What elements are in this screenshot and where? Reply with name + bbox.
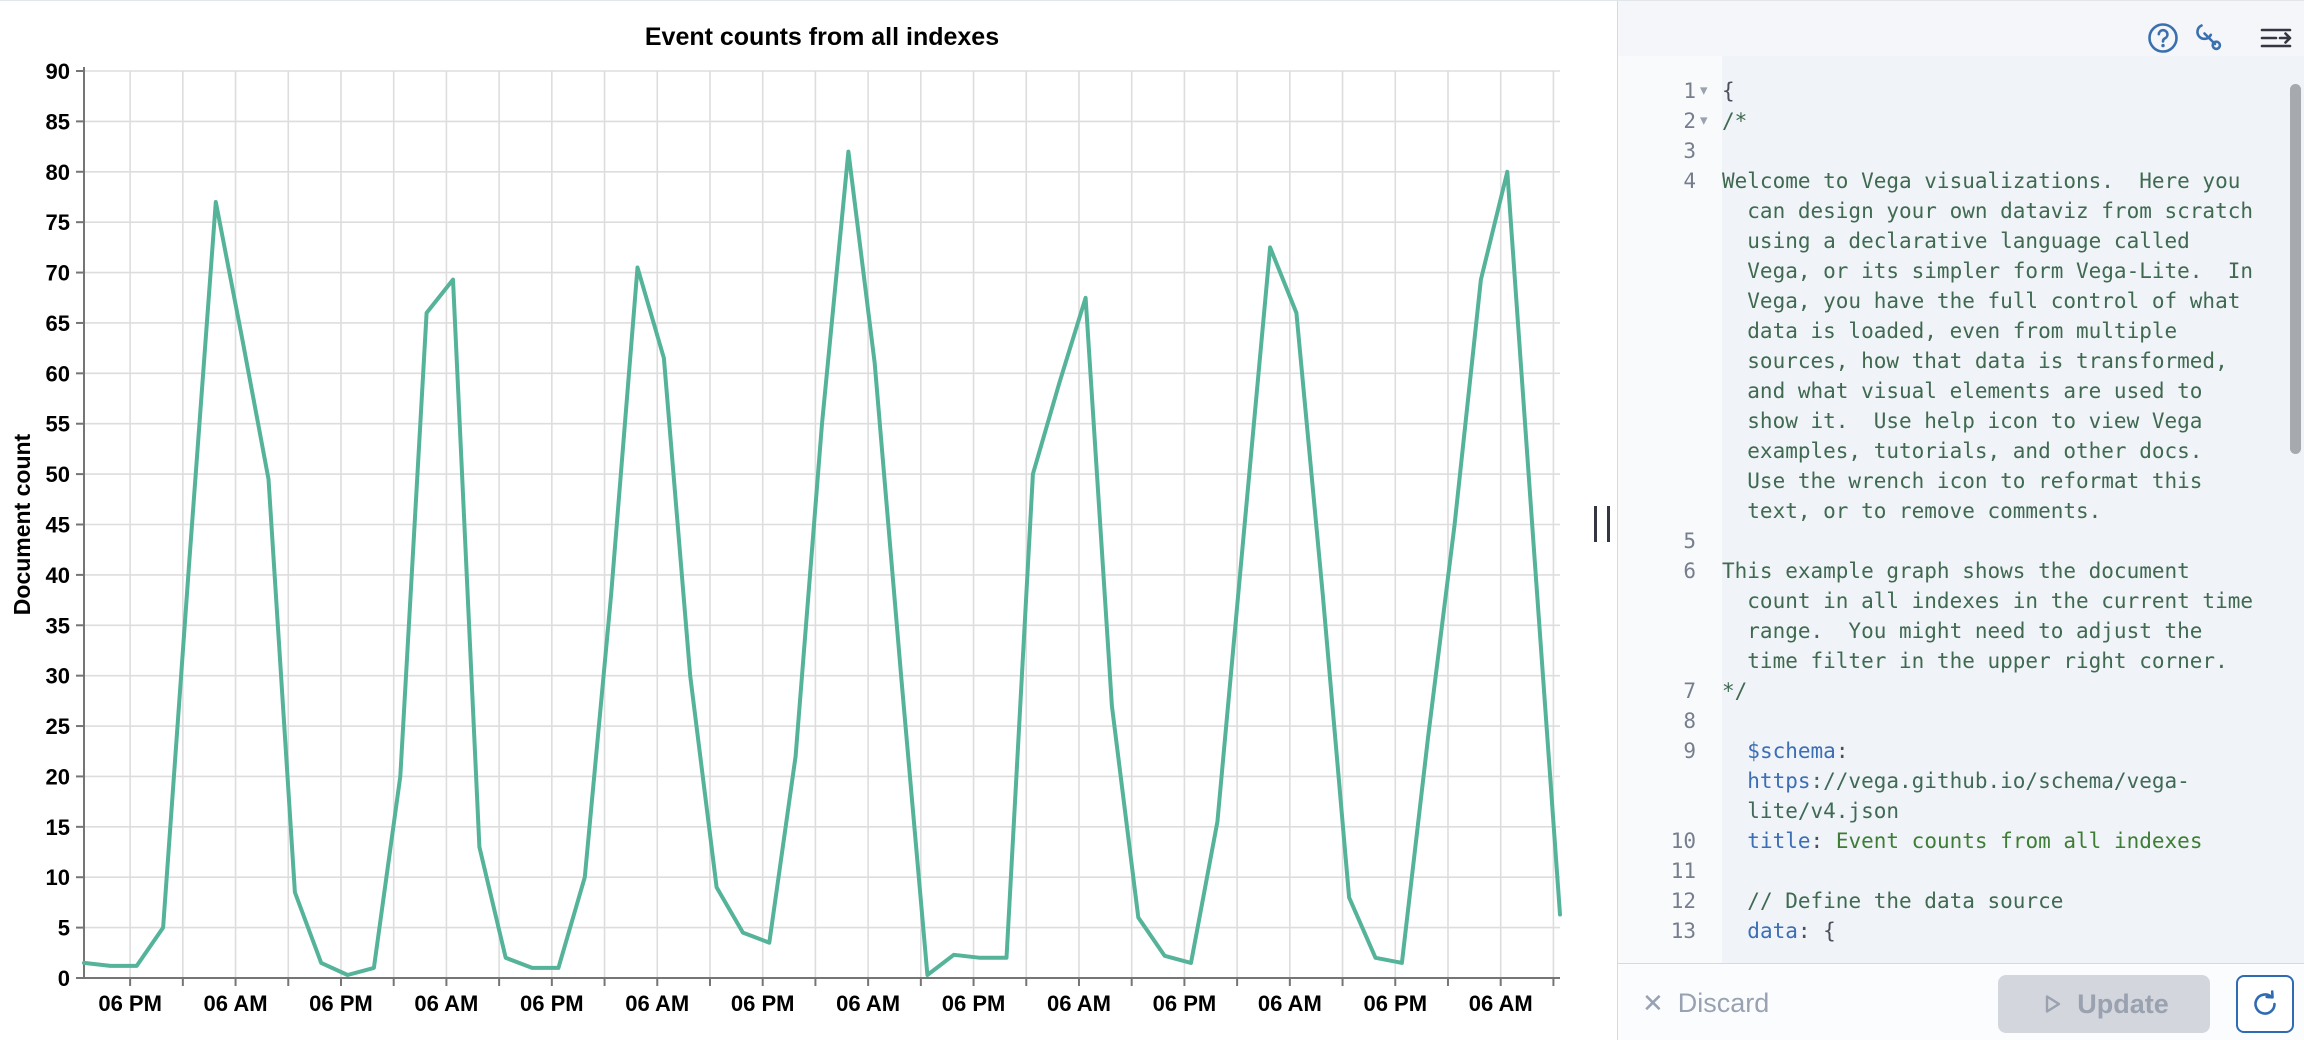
svg-text:35: 35 [46, 613, 70, 638]
play-icon [2039, 991, 2065, 1017]
svg-text:06 PM: 06 PM [98, 991, 162, 1016]
line-number: 13 [1618, 916, 1696, 946]
svg-text:30: 30 [46, 664, 70, 689]
svg-text:06 PM: 06 PM [309, 991, 373, 1016]
line-number: 12 [1618, 886, 1696, 916]
svg-text:15: 15 [46, 815, 70, 840]
line-number: 9 [1618, 736, 1696, 766]
svg-text:45: 45 [46, 513, 70, 538]
menu-right-icon[interactable] [2258, 20, 2294, 56]
line-number: 11 [1618, 856, 1696, 886]
svg-text:55: 55 [46, 412, 70, 437]
close-icon: ✕ [1642, 988, 1664, 1019]
code-text: data: { [1722, 916, 2253, 946]
code-line: 12 // Define the data source [1618, 886, 2304, 916]
svg-text:06 PM: 06 PM [731, 991, 795, 1016]
svg-text:40: 40 [46, 563, 70, 588]
svg-text:06 PM: 06 PM [520, 991, 584, 1016]
svg-text:90: 90 [46, 59, 70, 84]
event-counts-chart[interactable]: 0 5 10 15 20 25 30 35 40 45 50 55 60 65 70 75 80 85 90 06 P… [0, 1, 1617, 1040]
svg-text:06 AM: 06 AM [414, 991, 478, 1016]
code-line: 11 [1618, 856, 2304, 886]
fold-arrow-icon[interactable]: ▾ [1700, 106, 1708, 136]
auto-refresh-button[interactable] [2236, 975, 2294, 1033]
vega-spec-panel: 1▾ {2▾ /* 3 4 Welcome to Vega visualizations… [1618, 1, 2304, 1040]
code-line: 3 [1618, 136, 2304, 166]
svg-text:06 PM: 06 PM [1153, 991, 1217, 1016]
help-icon[interactable] [2145, 20, 2181, 56]
code-line: 13 data: { [1618, 916, 2304, 946]
svg-text:06 AM: 06 AM [1469, 991, 1533, 1016]
line-number: 5 [1618, 526, 1696, 556]
svg-text:06 PM: 06 PM [1363, 991, 1427, 1016]
fold-arrow-icon[interactable]: ▾ [1700, 76, 1708, 106]
editor-footer-bar: ✕ Discard Update [1618, 963, 2304, 1040]
code-lines: 1▾ {2▾ /* 3 4 Welcome to Vega visualizations… [1618, 76, 2304, 946]
svg-text:50: 50 [46, 462, 70, 487]
svg-text:65: 65 [46, 311, 70, 336]
discard-label: Discard [1678, 988, 1770, 1019]
code-line: 5 [1618, 526, 2304, 556]
line-number: 1 [1618, 76, 1696, 106]
svg-text:60: 60 [46, 361, 70, 386]
svg-text:0: 0 [58, 966, 70, 991]
svg-text:06 AM: 06 AM [204, 991, 268, 1016]
svg-text:06 PM: 06 PM [942, 991, 1006, 1016]
code-text: { [1722, 76, 2253, 106]
code-text [1722, 526, 2253, 556]
svg-text:85: 85 [46, 109, 70, 134]
svg-text:75: 75 [46, 210, 70, 235]
code-line: 4 Welcome to Vega visualizations. Here yo… [1618, 166, 2304, 526]
svg-text:10: 10 [46, 865, 70, 890]
editor-toolbar [1618, 1, 2304, 56]
wrench-icon[interactable] [2189, 20, 2225, 56]
line-number: 8 [1618, 706, 1696, 736]
update-button[interactable]: Update [1998, 975, 2210, 1033]
svg-text:5: 5 [58, 916, 70, 941]
svg-text:Event counts from all indexes: Event counts from all indexes [645, 23, 999, 51]
refresh-icon [2248, 987, 2282, 1021]
svg-text:06 AM: 06 AM [625, 991, 689, 1016]
code-text: Welcome to Vega visualizations. Here you… [1722, 166, 2253, 526]
svg-text:06 AM: 06 AM [1258, 991, 1322, 1016]
svg-text:25: 25 [46, 714, 70, 739]
svg-text:06 AM: 06 AM [1047, 991, 1111, 1016]
code-text [1722, 136, 2253, 166]
code-line: 8 [1618, 706, 2304, 736]
code-text: title: Event counts from all indexes [1722, 826, 2253, 856]
line-number: 6 [1618, 556, 1696, 586]
code-line: 9 $schema: https://vega.github.io/schema… [1618, 736, 2304, 826]
line-number: 3 [1618, 136, 1696, 166]
code-text: This example graph shows the document co… [1722, 556, 2253, 676]
update-label: Update [2077, 989, 2169, 1020]
svg-text:20: 20 [46, 764, 70, 789]
discard-button[interactable]: ✕ Discard [1642, 964, 1769, 1040]
code-text: */ [1722, 676, 2253, 706]
line-number: 10 [1618, 826, 1696, 856]
code-line: 10 title: Event counts from all indexes [1618, 826, 2304, 856]
line-number: 2 [1618, 106, 1696, 136]
svg-text:80: 80 [46, 160, 70, 185]
code-text: $schema: https://vega.github.io/schema/v… [1722, 736, 2253, 826]
code-text: /* [1722, 106, 2253, 136]
svg-text:70: 70 [46, 261, 70, 286]
code-line: 1▾ { [1618, 76, 2304, 106]
code-line: 6 This example graph shows the document c… [1618, 556, 2304, 676]
panel-resize-handle[interactable] [1594, 506, 1610, 542]
code-line: 2▾ /* [1618, 106, 2304, 136]
code-text [1722, 856, 2253, 886]
line-number: 4 [1618, 166, 1696, 196]
vega-spec-code-editor[interactable]: 1▾ {2▾ /* 3 4 Welcome to Vega visualizations… [1618, 56, 2304, 963]
vega-chart-panel[interactable]: 0 5 10 15 20 25 30 35 40 45 50 55 60 65 70 75 80 85 90 06 P… [0, 1, 1617, 1040]
svg-text:Document count: Document count [9, 433, 35, 615]
code-line: 7 */ [1618, 676, 2304, 706]
svg-text:06 AM: 06 AM [836, 991, 900, 1016]
editor-scrollbar-thumb[interactable] [2290, 84, 2301, 454]
line-number: 7 [1618, 676, 1696, 706]
vega-editor-app: 05101520253035404550556065707580859006 P… [0, 0, 2304, 1040]
code-text: // Define the data source [1722, 886, 2253, 916]
code-text [1722, 706, 2253, 736]
